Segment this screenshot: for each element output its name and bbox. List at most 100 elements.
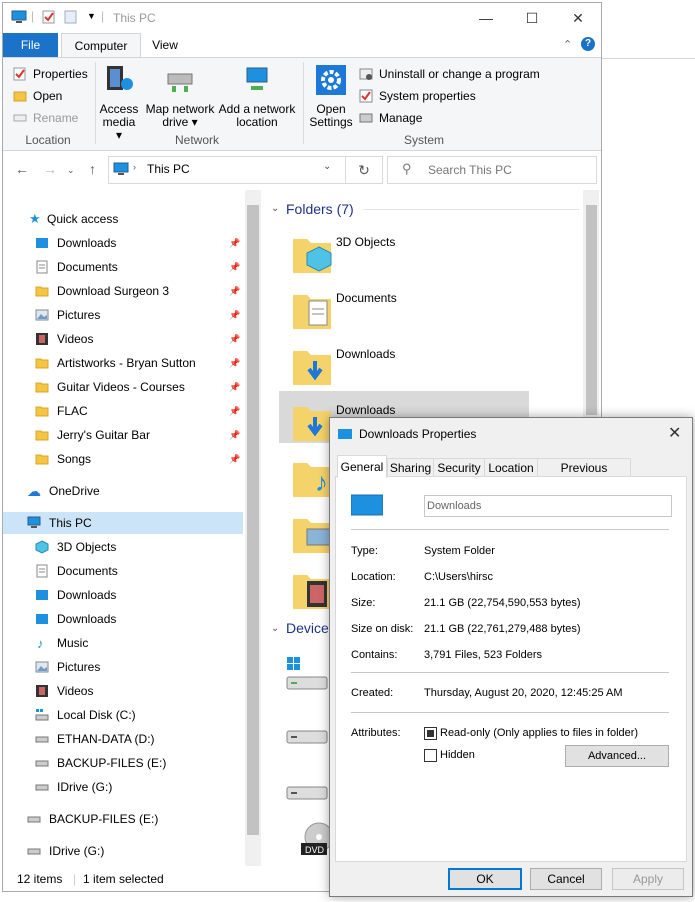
breadcrumb-chevron-icon[interactable]: › <box>133 162 136 172</box>
nav-idrive[interactable]: IDrive (G:) <box>27 840 104 862</box>
search-input[interactable]: ⚲ Search This PC <box>387 156 597 184</box>
recent-locations-chevron-icon[interactable]: ⌄ <box>67 165 75 176</box>
pin-icon[interactable]: 📌 <box>229 286 240 297</box>
nav-pc-item[interactable]: Documents <box>35 560 118 582</box>
nav-quick-item[interactable]: Download Surgeon 3 <box>35 280 207 302</box>
maximize-button[interactable]: ☐ <box>509 3 555 33</box>
nav-quick-item[interactable]: Artistworks - Bryan Sutton <box>35 352 207 374</box>
map-network-drive-button[interactable]: Map network drive ▾ <box>143 64 217 129</box>
nav-pc-item[interactable]: Downloads <box>35 584 116 606</box>
tab-security[interactable]: Security <box>433 458 485 478</box>
readonly-checkbox[interactable] <box>424 727 437 740</box>
minimize-button[interactable]: — <box>463 3 509 33</box>
system-properties-button[interactable]: System properties <box>359 86 476 106</box>
nav-pc-item[interactable]: ETHAN-DATA (D:) <box>35 728 155 750</box>
nav-label: Quick access <box>47 212 119 226</box>
help-icon[interactable]: ? <box>581 37 595 51</box>
tab-previous-versions[interactable]: Previous Versions <box>537 458 631 493</box>
rename-button[interactable]: Rename <box>13 108 78 128</box>
nav-backup-files[interactable]: BACKUP-FILES (E:) <box>27 808 158 830</box>
downloads-folder-large-icon <box>351 494 383 516</box>
nav-pc-item[interactable]: 3D Objects <box>35 536 116 558</box>
up-arrow-icon[interactable]: ↑ <box>89 161 96 177</box>
nav-quick-item[interactable]: Jerry's Guitar Bar <box>35 424 207 446</box>
advanced-button[interactable]: Advanced... <box>565 745 669 767</box>
hidden-checkbox[interactable] <box>424 749 437 762</box>
3d-objects-folder-icon[interactable] <box>289 231 335 277</box>
downloads-icon <box>36 238 48 248</box>
pin-icon[interactable]: 📌 <box>229 262 240 273</box>
nav-quick-access[interactable]: ★ Quick access <box>29 208 118 230</box>
videos-icon <box>36 333 48 345</box>
folders-section-header[interactable]: Folders (7) <box>286 201 354 217</box>
forward-arrow-icon[interactable]: → <box>43 161 57 177</box>
properties-button[interactable]: Properties <box>13 64 88 84</box>
nav-quick-item[interactable]: Documents <box>35 256 207 278</box>
properties-quick-icon[interactable] <box>41 10 57 24</box>
add-network-location-button[interactable]: Add a network location <box>217 64 297 129</box>
content-scrollbar-thumb[interactable] <box>586 205 597 415</box>
back-arrow-icon[interactable]: ← <box>15 161 29 177</box>
open-settings-button[interactable]: Open Settings <box>307 64 355 129</box>
pin-icon[interactable]: 📌 <box>229 406 240 417</box>
tab-view[interactable]: View <box>141 33 189 57</box>
folders-collapse-chevron-icon[interactable]: ⌄ <box>271 203 279 214</box>
tab-sharing[interactable]: Sharing <box>387 458 434 478</box>
pin-icon[interactable]: 📌 <box>229 454 240 465</box>
pin-icon[interactable]: 📌 <box>229 238 240 249</box>
nav-pc-item[interactable]: ♪ Music <box>35 632 88 654</box>
refresh-icon[interactable]: ↻ <box>345 157 382 183</box>
nav-quick-item[interactable]: Videos <box>35 328 207 350</box>
collapse-ribbon-chevron-icon[interactable]: ⌃ <box>563 38 572 51</box>
nav-quick-item[interactable]: Pictures <box>35 304 207 326</box>
folder-name[interactable]: 3D Objects <box>336 235 395 249</box>
access-media-button[interactable]: Access media ▾ <box>99 64 139 142</box>
pin-icon[interactable]: 📌 <box>229 310 240 321</box>
nav-quick-item[interactable]: FLAC <box>35 400 207 422</box>
pin-icon[interactable]: 📌 <box>229 334 240 345</box>
open-button[interactable]: Open <box>13 86 62 106</box>
uninstall-program-button[interactable]: Uninstall or change a program <box>359 64 540 84</box>
address-bar[interactable]: › This PC ⌄ ↻ <box>108 156 383 184</box>
nav-pc-item[interactable]: Local Disk (C:) <box>35 704 136 726</box>
new-folder-quick-icon[interactable] <box>63 10 79 24</box>
folder-name[interactable]: Documents <box>336 291 397 305</box>
nav-scrollbar-thumb[interactable] <box>247 205 259 835</box>
tab-computer[interactable]: Computer <box>61 33 141 58</box>
pin-icon[interactable]: 📌 <box>229 430 240 441</box>
tab-general[interactable]: General <box>337 455 387 478</box>
devices-section-header[interactable]: Device <box>286 620 329 636</box>
dialog-close-button[interactable]: ✕ <box>668 423 681 443</box>
nav-pc-item[interactable]: Downloads <box>35 608 116 630</box>
nav-quick-item[interactable]: Guitar Videos - Courses <box>35 376 207 398</box>
nav-quick-item[interactable]: Downloads <box>35 232 207 254</box>
documents-folder-icon[interactable] <box>289 287 335 333</box>
nav-pc-item[interactable]: BACKUP-FILES (E:) <box>35 752 166 774</box>
ok-button[interactable]: OK <box>448 868 522 890</box>
apply-button[interactable]: Apply <box>612 868 684 890</box>
pin-icon[interactable]: 📌 <box>229 358 240 369</box>
windows-drive-icon[interactable] <box>285 655 331 701</box>
nav-pc-item[interactable]: Pictures <box>35 656 100 678</box>
nav-this-pc[interactable]: This PC <box>27 512 92 534</box>
close-button[interactable]: ✕ <box>555 3 601 33</box>
nav-quick-item[interactable]: Songs <box>35 448 207 470</box>
pin-icon[interactable]: 📌 <box>229 382 240 393</box>
tab-file[interactable]: File <box>3 33 58 57</box>
downloads-folder-icon[interactable] <box>289 343 335 389</box>
cancel-button[interactable]: Cancel <box>530 868 602 890</box>
customize-toolbar-chevron-icon[interactable]: ▼ <box>87 11 96 21</box>
devices-collapse-chevron-icon[interactable]: ⌄ <box>271 623 279 634</box>
nav-pc-item[interactable]: IDrive (G:) <box>35 776 112 798</box>
nav-pc-item[interactable]: Videos <box>35 680 93 702</box>
folder-name[interactable]: Downloads <box>336 403 395 417</box>
tab-location[interactable]: Location <box>484 458 538 478</box>
folder-name-field[interactable]: Downloads <box>424 495 672 517</box>
drive-icon[interactable] <box>285 769 331 815</box>
nav-onedrive[interactable]: ☁ OneDrive <box>27 480 100 502</box>
drive-icon[interactable] <box>285 713 331 759</box>
address-dropdown-chevron-icon[interactable]: ⌄ <box>323 161 331 172</box>
manage-button[interactable]: Manage <box>359 108 422 128</box>
folder-name[interactable]: Downloads <box>336 347 395 361</box>
property-value: 3,791 Files, 523 Folders <box>424 649 543 661</box>
